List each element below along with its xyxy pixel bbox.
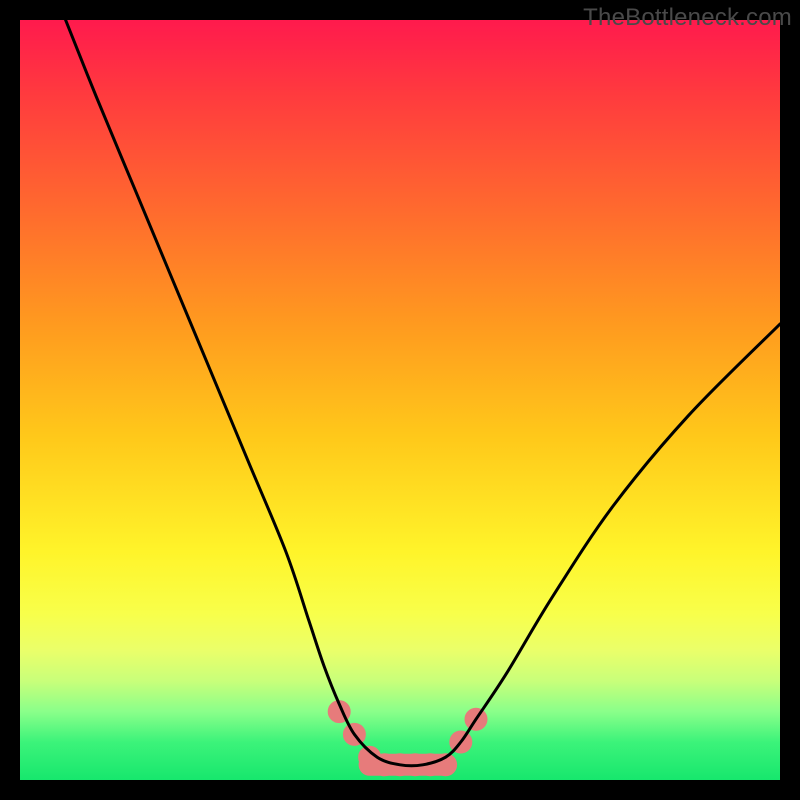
marker-point (374, 754, 396, 776)
marker-capsule (359, 754, 457, 776)
marker-point (435, 754, 457, 776)
plot-area (20, 20, 780, 780)
markers-group (328, 701, 487, 776)
marker-point (450, 731, 472, 753)
chart-svg (20, 20, 780, 780)
chart-frame: TheBottleneck.com (0, 0, 800, 800)
bottleneck-curve (66, 20, 780, 766)
marker-point (404, 754, 426, 776)
marker-point (419, 754, 441, 776)
marker-point (359, 746, 381, 768)
marker-point (343, 723, 365, 745)
marker-point (389, 754, 411, 776)
marker-point (328, 701, 350, 723)
marker-point (465, 708, 487, 730)
